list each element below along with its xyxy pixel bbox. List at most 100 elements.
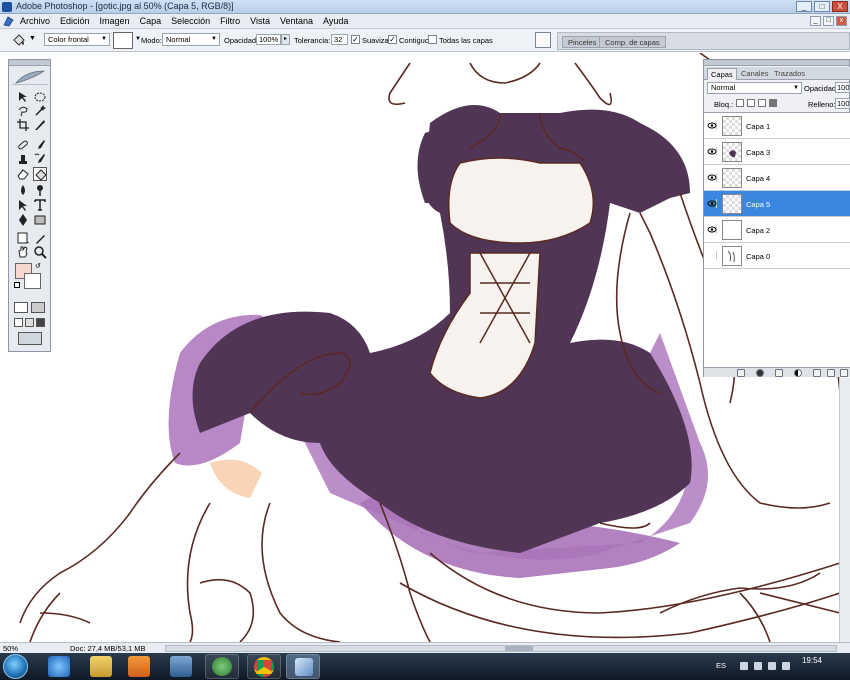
visibility-toggle[interactable] bbox=[707, 251, 717, 260]
adjustment-layer-icon[interactable] bbox=[794, 369, 802, 377]
maximize-button[interactable]: □ bbox=[814, 1, 830, 12]
tab-channels[interactable]: Canales bbox=[738, 68, 772, 80]
layer-row-capa-3[interactable]: Capa 3 bbox=[704, 139, 850, 165]
eyedropper-icon[interactable] bbox=[33, 231, 47, 245]
layer-style-icon[interactable] bbox=[756, 369, 764, 377]
language-indicator[interactable]: ES bbox=[716, 661, 726, 670]
all-layers-checkbox[interactable] bbox=[428, 35, 437, 44]
type-icon[interactable] bbox=[33, 198, 47, 212]
eye-icon[interactable] bbox=[707, 225, 717, 234]
zoom-level[interactable]: 50% bbox=[3, 644, 18, 653]
antialias-checkbox[interactable]: ✓ bbox=[351, 35, 360, 44]
contiguous-checkbox[interactable]: ✓ bbox=[388, 35, 397, 44]
tool-preset-caret-icon[interactable]: ▼ bbox=[29, 35, 36, 42]
blur-icon[interactable] bbox=[16, 183, 30, 197]
menu-vista[interactable]: Vista bbox=[250, 16, 270, 26]
layers-panel-header[interactable] bbox=[704, 60, 849, 66]
eye-icon[interactable] bbox=[707, 121, 717, 130]
tolerance-input[interactable]: 32 bbox=[331, 34, 348, 45]
well-tab-brushes[interactable]: Pinceles bbox=[562, 36, 603, 48]
layer-row-capa-2[interactable]: Capa 2 bbox=[704, 217, 850, 243]
magic-wand-icon[interactable] bbox=[33, 104, 47, 118]
notes-icon[interactable] bbox=[16, 231, 30, 245]
file-explorer-icon[interactable] bbox=[90, 656, 112, 677]
vertical-scrollbar[interactable] bbox=[839, 378, 850, 643]
lock-all-icon[interactable] bbox=[769, 99, 777, 107]
start-button[interactable] bbox=[3, 654, 28, 679]
menu-capa[interactable]: Capa bbox=[140, 16, 162, 26]
dodge-icon[interactable] bbox=[33, 183, 47, 197]
eye-icon[interactable] bbox=[707, 199, 717, 208]
tools-palette-header[interactable] bbox=[9, 60, 50, 66]
tab-layers[interactable]: Capas bbox=[707, 68, 737, 80]
well-tab-layer-comps[interactable]: Comp. de capas bbox=[599, 36, 666, 48]
tab-paths[interactable]: Trazados bbox=[771, 68, 808, 80]
history-brush-icon[interactable] bbox=[33, 152, 47, 166]
hand-icon[interactable] bbox=[16, 245, 30, 259]
stamp-icon[interactable] bbox=[16, 152, 30, 166]
layer-row-capa-0[interactable]: Capa 0 bbox=[704, 243, 850, 269]
shape-icon[interactable] bbox=[33, 213, 47, 227]
clock-time[interactable]: 19:54 bbox=[797, 656, 827, 666]
default-colors-icon[interactable] bbox=[14, 282, 20, 288]
taskbar-button-chrome[interactable] bbox=[247, 654, 281, 679]
fill-input[interactable]: 100% bbox=[835, 98, 850, 109]
eraser-icon[interactable] bbox=[16, 167, 30, 181]
jump-to-imageready-icon[interactable] bbox=[18, 332, 42, 345]
slice-icon[interactable] bbox=[33, 118, 47, 132]
fill-source-select[interactable]: Color frontal bbox=[44, 33, 110, 46]
doc-minimize-button[interactable]: _ bbox=[810, 16, 821, 26]
quick-mask-icon[interactable] bbox=[31, 302, 45, 313]
network-icon[interactable] bbox=[754, 662, 762, 670]
media-player-icon[interactable] bbox=[128, 656, 150, 677]
adobe-feather-icon[interactable] bbox=[12, 69, 48, 85]
taskbar-button-photoshop[interactable] bbox=[286, 654, 320, 679]
path-select-icon[interactable] bbox=[16, 198, 30, 212]
menu-ayuda[interactable]: Ayuda bbox=[323, 16, 348, 26]
screen-mode-full-icon[interactable] bbox=[36, 318, 45, 327]
app-icon[interactable] bbox=[170, 656, 192, 677]
blend-mode-select[interactable]: Normal bbox=[707, 82, 802, 94]
background-color-swatch[interactable] bbox=[24, 273, 41, 289]
minimize-button[interactable]: _ bbox=[796, 1, 812, 12]
lock-position-icon[interactable] bbox=[758, 99, 766, 107]
lasso-icon[interactable] bbox=[16, 104, 30, 118]
opacity-input[interactable]: 100% bbox=[256, 34, 281, 45]
pen-icon[interactable] bbox=[16, 213, 30, 227]
brush-icon[interactable] bbox=[33, 138, 47, 152]
lock-pixels-icon[interactable] bbox=[747, 99, 755, 107]
app-menu-icon[interactable] bbox=[3, 16, 14, 27]
screen-mode-menu-icon[interactable] bbox=[25, 318, 34, 327]
delete-layer-icon[interactable] bbox=[840, 369, 848, 377]
screen-mode-standard-icon[interactable] bbox=[14, 318, 23, 327]
volume-icon[interactable] bbox=[768, 662, 776, 670]
menu-seleccion[interactable]: Selección bbox=[171, 16, 210, 26]
add-mask-icon[interactable] bbox=[775, 369, 783, 377]
menu-imagen[interactable]: Imagen bbox=[100, 16, 130, 26]
horizontal-scrollbar[interactable] bbox=[165, 645, 837, 652]
swap-colors-icon[interactable]: ↺ bbox=[35, 262, 41, 270]
doc-restore-button[interactable]: □ bbox=[823, 16, 834, 26]
tray-app-icon[interactable] bbox=[782, 662, 790, 670]
menu-filtro[interactable]: Filtro bbox=[220, 16, 240, 26]
internet-explorer-icon[interactable] bbox=[48, 656, 70, 677]
crop-icon[interactable] bbox=[16, 118, 30, 132]
layer-row-capa-1[interactable]: Capa 1 bbox=[704, 113, 850, 139]
taskbar-button-messenger[interactable] bbox=[205, 654, 239, 679]
standard-mode-icon[interactable] bbox=[14, 302, 28, 313]
healing-icon[interactable] bbox=[16, 138, 30, 152]
doc-close-button[interactable]: x bbox=[836, 16, 847, 26]
close-button[interactable]: X bbox=[832, 1, 848, 12]
layer-row-capa-5[interactable]: Capa 5 bbox=[704, 191, 850, 217]
menu-archivo[interactable]: Archivo bbox=[20, 16, 50, 26]
eye-icon[interactable] bbox=[707, 147, 717, 156]
link-layers-icon[interactable] bbox=[737, 369, 745, 377]
new-layer-icon[interactable] bbox=[827, 369, 835, 377]
marquee-icon[interactable] bbox=[33, 90, 47, 104]
tray-help-icon[interactable] bbox=[740, 662, 748, 670]
lock-transparency-icon[interactable] bbox=[736, 99, 744, 107]
document-info[interactable]: Doc: 27,4 MB/53,1 MB bbox=[70, 644, 145, 653]
new-group-icon[interactable] bbox=[813, 369, 821, 377]
eye-icon[interactable] bbox=[707, 173, 717, 182]
mode-select[interactable]: Normal bbox=[162, 33, 220, 46]
